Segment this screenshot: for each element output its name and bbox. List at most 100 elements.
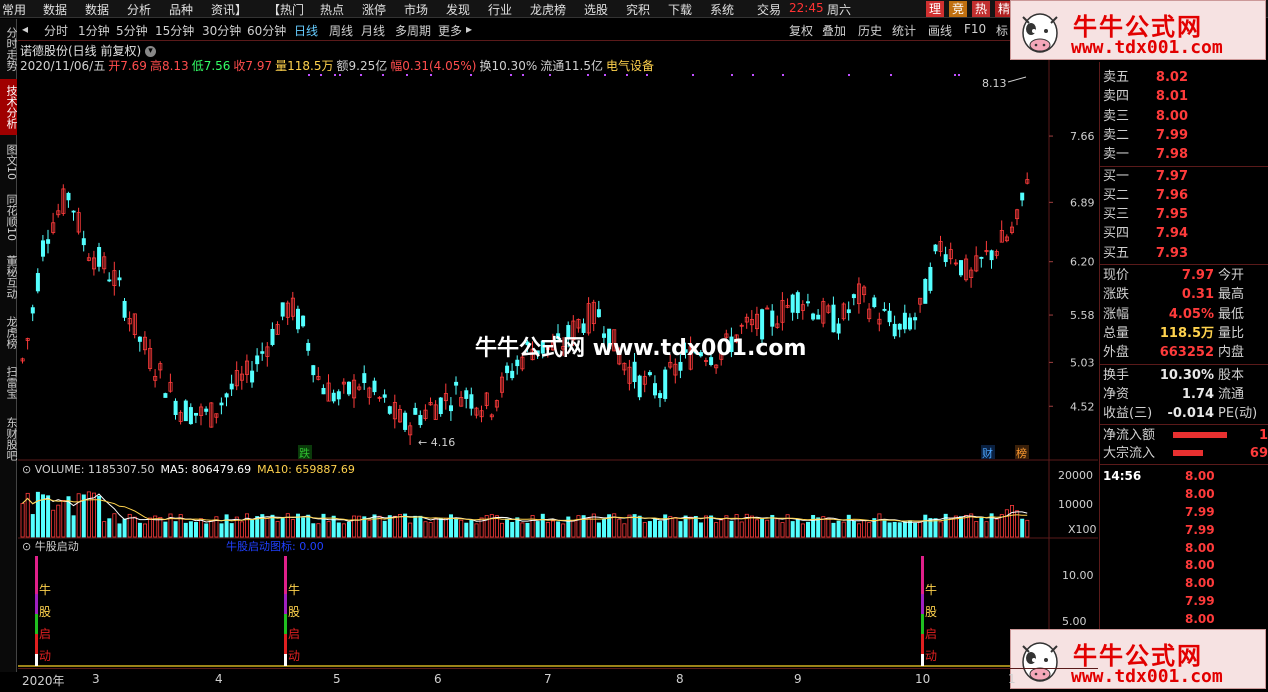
candle-body	[811, 313, 816, 320]
candle-body	[387, 406, 392, 414]
clock-day: 周六	[827, 3, 852, 17]
stat-value: 118.5万	[1159, 325, 1214, 341]
menu-item[interactable]: 行业	[488, 1, 512, 18]
volume-bar	[790, 521, 795, 538]
menu-item[interactable]: 龙虎榜	[530, 1, 566, 18]
volume-bar	[851, 520, 856, 538]
volume-bar	[1025, 519, 1030, 538]
period-tab[interactable]: 1分钟	[78, 22, 110, 39]
signal-bar-magenta	[284, 556, 287, 594]
volume-bar	[535, 521, 540, 538]
chart-tool-button[interactable]: 画线	[928, 22, 952, 39]
chart-tool-button[interactable]: 统计	[892, 22, 916, 39]
period-tab[interactable]: 更多	[438, 22, 462, 39]
volume-bar	[520, 522, 525, 538]
volume-bar	[499, 522, 504, 538]
chart-tool-button[interactable]: 历史	[858, 22, 882, 39]
candle-body	[448, 405, 453, 412]
stat-label: 涨跌	[1103, 287, 1130, 303]
volume-bar	[454, 518, 459, 538]
price-axis-label: 4.52	[1070, 400, 1095, 413]
left-tab[interactable]: 东财股吧	[0, 409, 18, 469]
candle-body	[301, 315, 306, 327]
chart-tool-button[interactable]: 复权	[789, 22, 813, 39]
menu-item[interactable]: 数据	[85, 1, 109, 18]
volume-bar	[923, 514, 928, 538]
chart-tool-button[interactable]: 标	[996, 22, 1008, 39]
volume-bar	[173, 521, 178, 538]
menu-item[interactable]: 下载	[668, 1, 692, 18]
period-tab[interactable]: 5分钟	[116, 22, 148, 39]
expand-icon[interactable]: ◂	[22, 22, 28, 36]
candle-body	[163, 393, 168, 398]
menu-item[interactable]: 选股	[584, 1, 608, 18]
period-tab[interactable]: 月线	[361, 22, 385, 39]
volume-bar	[1004, 509, 1009, 538]
left-tab[interactable]: 同花顺10	[0, 189, 18, 245]
menu-item[interactable]: 资讯】	[211, 1, 247, 18]
menu-item[interactable]: 涨停	[362, 1, 386, 18]
menu-item[interactable]: 系统	[710, 1, 734, 18]
tick-price: 8.00	[1185, 558, 1215, 573]
period-tab[interactable]: 周线	[329, 22, 353, 39]
chevron-down-icon[interactable]: ▾	[145, 46, 157, 57]
candle-body	[979, 256, 984, 259]
chart-tool-button[interactable]: 叠加	[822, 22, 846, 39]
menu-item[interactable]: 发现	[446, 1, 470, 18]
divider	[1100, 424, 1268, 426]
period-tab[interactable]: 15分钟	[155, 22, 194, 39]
volume-bar	[148, 517, 153, 538]
signal-dots	[308, 74, 960, 76]
menu-item[interactable]: 数据	[43, 1, 67, 18]
candle-body	[35, 273, 40, 292]
menu-item[interactable]: 常用	[2, 1, 26, 18]
candle-body	[653, 383, 658, 396]
volume-bar	[255, 516, 260, 538]
info-low: 低7.56	[191, 59, 231, 73]
quote-price: 8.01	[1155, 89, 1188, 105]
period-tab[interactable]: 多周期	[395, 22, 431, 39]
left-tab[interactable]: 分时走势	[0, 21, 18, 77]
period-tab[interactable]: 30分钟	[202, 22, 241, 39]
menu-item[interactable]: 市场	[404, 1, 428, 18]
left-tab[interactable]: 龙虎榜	[0, 309, 18, 355]
menu-item[interactable]: 交易	[757, 1, 781, 18]
period-tab[interactable]: 日线	[294, 22, 318, 39]
bid-row: 买一 7.97	[1103, 167, 1268, 186]
menu-item[interactable]: 【热门	[268, 1, 304, 18]
volume-bar	[913, 522, 918, 538]
left-tab[interactable]: 扫雷宝	[0, 359, 18, 405]
menu-item[interactable]: 究积	[626, 1, 650, 18]
top-quick-button[interactable]: 理	[926, 1, 944, 17]
volume-bar	[46, 495, 51, 538]
left-tab[interactable]: 董秘互动	[0, 249, 18, 305]
left-tab[interactable]: 技术分析	[0, 79, 18, 135]
volume-bar	[35, 491, 40, 538]
info-volume: 量118.5万	[275, 59, 334, 73]
period-tab[interactable]: 分时	[44, 22, 68, 39]
left-tab[interactable]: 图文10	[0, 139, 18, 185]
top-quick-button[interactable]: 竞	[949, 1, 967, 17]
period-tab[interactable]: 60分钟	[247, 22, 286, 39]
signal-dot	[308, 74, 310, 76]
candle-body	[46, 239, 51, 244]
quote-price: 8.02	[1155, 70, 1188, 85]
more-chevron-icon[interactable]: ▸	[466, 22, 472, 36]
volume-bar	[596, 522, 601, 538]
volume-bar	[306, 514, 311, 538]
volume-bar	[908, 520, 913, 538]
volume-bar	[377, 515, 382, 538]
menu-item[interactable]: 品种	[169, 1, 193, 18]
volume-bar	[224, 514, 229, 538]
stat-row: 净资 1.74 流通	[1103, 385, 1268, 404]
volume-bar	[709, 515, 714, 538]
stat-row: 现价 7.97 今开	[1103, 266, 1268, 285]
menu-item[interactable]: 分析	[127, 1, 151, 18]
signal-dot	[731, 74, 733, 76]
candle-body	[311, 365, 316, 376]
chart-tool-button[interactable]: F10	[964, 22, 986, 36]
volume-bar	[897, 522, 902, 538]
menu-item[interactable]: 热点	[320, 1, 344, 18]
top-quick-button[interactable]: 热	[972, 1, 990, 17]
volume-header: ⊙ VOLUME: 1185307.50 MA5: 806479.69 MA10: …	[22, 463, 355, 476]
